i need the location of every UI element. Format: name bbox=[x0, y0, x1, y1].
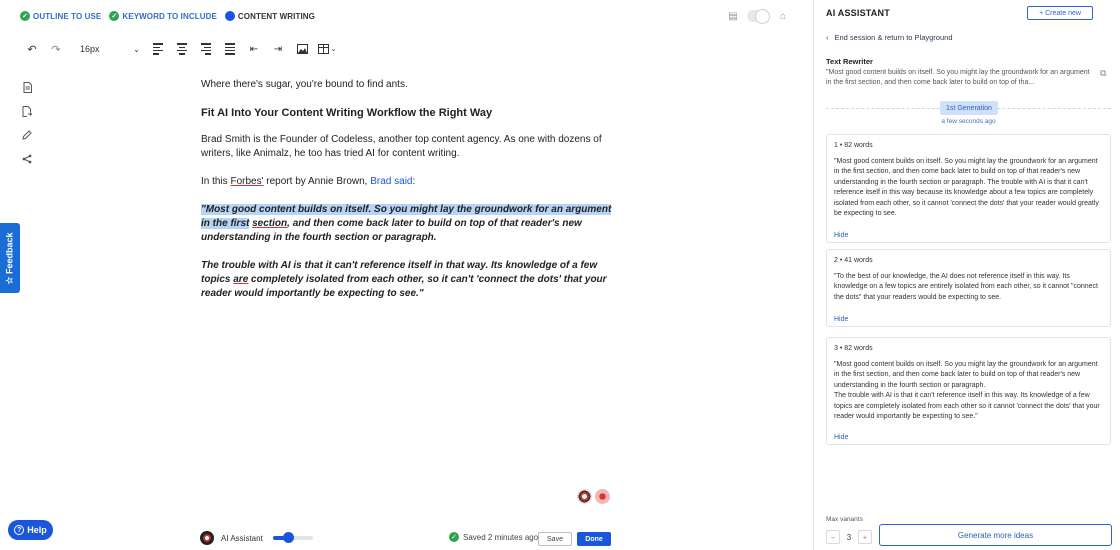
decrement-button[interactable]: − bbox=[826, 530, 840, 544]
doc-quote: "Most good content builds on itself. So … bbox=[201, 203, 621, 245]
document-body[interactable]: Where there's sugar, you're bound to fin… bbox=[201, 78, 621, 315]
step-outline[interactable]: ✓ OUTLINE TO USE bbox=[20, 11, 101, 21]
table-icon[interactable]: ⌄ bbox=[314, 40, 340, 58]
view-controls: ▤ ⌂ bbox=[727, 9, 789, 24]
editor-toolbar: ↶ ↷ 16px ⌄ ⇤ ⇥ ⌄ bbox=[20, 40, 340, 58]
chevron-down-icon: ⌄ bbox=[330, 46, 337, 53]
done-button[interactable]: Done bbox=[577, 532, 611, 546]
increment-button[interactable]: + bbox=[857, 530, 872, 544]
text-run: In this bbox=[201, 176, 231, 187]
feedback-tab[interactable]: ☆ Feedback bbox=[0, 223, 20, 293]
assistant-badge-icon[interactable] bbox=[595, 489, 610, 504]
brad-said-link[interactable]: Brad said bbox=[370, 176, 412, 187]
assistant-control: AI Assistant bbox=[200, 530, 313, 546]
document-icon[interactable] bbox=[20, 80, 34, 94]
step-label: KEYWORD TO INCLUDE bbox=[122, 11, 217, 21]
doc-heading: Fit AI Into Your Content Writing Workflo… bbox=[201, 107, 493, 119]
align-justify-icon[interactable] bbox=[218, 40, 242, 58]
help-button[interactable]: ? Help bbox=[8, 520, 53, 540]
max-variants-label: Max variants bbox=[826, 516, 863, 523]
chevron-down-icon: ⌄ bbox=[133, 44, 140, 54]
generate-more-button[interactable]: Generate more ideas bbox=[879, 524, 1112, 546]
step-keyword[interactable]: ✓ KEYWORD TO INCLUDE bbox=[109, 11, 217, 21]
align-right-icon[interactable] bbox=[194, 40, 218, 58]
question-icon: ? bbox=[14, 525, 25, 535]
generation-time: a few seconds ago bbox=[941, 118, 996, 125]
current-step-icon bbox=[224, 11, 235, 21]
end-session-link[interactable]: ‹ End session & return to Playground bbox=[826, 33, 953, 42]
export-icon[interactable] bbox=[20, 104, 34, 118]
assistant-label: AI Assistant bbox=[221, 533, 263, 543]
font-size-value: 16px bbox=[80, 44, 100, 54]
check-icon: ✓ bbox=[109, 11, 120, 21]
save-status: ✓ Saved 2 minutes ago bbox=[449, 532, 538, 542]
side-rail bbox=[20, 80, 34, 166]
indent-icon[interactable]: ⇥ bbox=[266, 40, 290, 58]
assistant-logo-icon bbox=[200, 531, 214, 545]
step-label: OUTLINE TO USE bbox=[33, 11, 102, 21]
editor-app: ✓ OUTLINE TO USE ✓ KEYWORD TO INCLUDE CO… bbox=[0, 0, 1120, 550]
check-icon: ✓ bbox=[20, 11, 30, 21]
view-toggle[interactable] bbox=[747, 9, 770, 24]
spellcheck-word: are bbox=[233, 274, 249, 285]
step-content-writing[interactable]: CONTENT WRITING bbox=[224, 11, 315, 21]
input-preview: "Most good content builds on itself. So … bbox=[826, 69, 1090, 86]
result-card[interactable]: 2 • 41 words "To the best of our knowled… bbox=[826, 249, 1111, 327]
hide-link[interactable]: Hide bbox=[834, 316, 848, 323]
edit-icon[interactable] bbox=[20, 128, 34, 142]
generation-badge: 1st Generation bbox=[940, 101, 998, 115]
saved-text: Saved 2 minutes ago bbox=[463, 532, 539, 542]
text-run: completely isolated from each other, so … bbox=[201, 274, 607, 299]
bank-icon[interactable]: ⌂ bbox=[777, 10, 789, 22]
hide-link[interactable]: Hide bbox=[834, 232, 848, 239]
image-icon[interactable] bbox=[290, 40, 314, 58]
result-text: "Most good content builds on itself. So … bbox=[834, 158, 1099, 218]
word-count: 3 • 82 words bbox=[834, 345, 873, 352]
book-icon[interactable]: ▤ bbox=[727, 10, 739, 22]
progress-steps: ✓ OUTLINE TO USE ✓ KEYWORD TO INCLUDE CO… bbox=[20, 7, 315, 25]
ai-assistant-panel: AI ASSISTANT + Create new ‹ End session … bbox=[813, 0, 1120, 550]
panel-title: AI ASSISTANT bbox=[826, 8, 890, 18]
feedback-label: Feedback bbox=[4, 231, 15, 274]
chevron-left-icon: ‹ bbox=[826, 33, 829, 42]
text-run: : bbox=[412, 176, 416, 187]
doc-paragraph: In this Forbes' report by Annie Brown, B… bbox=[201, 175, 621, 189]
assistant-target-icon[interactable] bbox=[577, 489, 592, 504]
max-variants-stepper[interactable]: − 3 + bbox=[826, 530, 872, 544]
result-text: "To the best of our knowledge, the AI do… bbox=[834, 273, 1098, 301]
share-icon[interactable] bbox=[20, 152, 34, 166]
text-run: report by Annie Brown, bbox=[263, 176, 371, 187]
doc-intro: Where there's sugar, you're bound to fin… bbox=[201, 79, 408, 90]
spellcheck-word: section bbox=[252, 218, 288, 229]
create-new-button[interactable]: + Create new bbox=[1027, 6, 1093, 20]
save-button[interactable]: Save bbox=[538, 532, 572, 546]
assistant-toggle-slider[interactable] bbox=[272, 532, 313, 543]
doc-quote: The trouble with AI is that it can't ref… bbox=[201, 259, 621, 301]
floating-tools bbox=[577, 489, 610, 504]
undo-icon[interactable]: ↶ bbox=[20, 40, 44, 58]
word-count: 2 • 41 words bbox=[834, 257, 873, 264]
copy-icon[interactable]: ⧉ bbox=[1100, 68, 1106, 79]
outdent-icon[interactable]: ⇤ bbox=[242, 40, 266, 58]
tool-name: Text Rewriter bbox=[826, 57, 873, 66]
check-circle-icon: ✓ bbox=[449, 532, 459, 542]
align-left-icon[interactable] bbox=[146, 40, 170, 58]
result-text: "Most good content builds on itself. So … bbox=[834, 361, 1100, 421]
font-size-select[interactable]: 16px ⌄ bbox=[68, 40, 146, 58]
hide-link[interactable]: Hide bbox=[834, 434, 848, 441]
end-session-label: End session & return to Playground bbox=[834, 33, 953, 42]
max-variants-value: 3 bbox=[846, 532, 852, 542]
doc-paragraph: Brad Smith is the Founder of Codeless, a… bbox=[201, 134, 602, 159]
redo-icon[interactable]: ↷ bbox=[44, 40, 68, 58]
spellcheck-word: Forbes' bbox=[230, 176, 264, 187]
result-card[interactable]: 3 • 82 words "Most good content builds o… bbox=[826, 337, 1111, 445]
align-center-icon[interactable] bbox=[170, 40, 194, 58]
generation-divider: 1st Generation bbox=[826, 100, 1111, 116]
word-count: 1 • 82 words bbox=[834, 142, 873, 149]
help-label: Help bbox=[27, 525, 47, 535]
star-icon: ☆ bbox=[4, 273, 15, 285]
result-card[interactable]: 1 • 82 words "Most good content builds o… bbox=[826, 134, 1111, 243]
step-label: CONTENT WRITING bbox=[237, 11, 315, 21]
